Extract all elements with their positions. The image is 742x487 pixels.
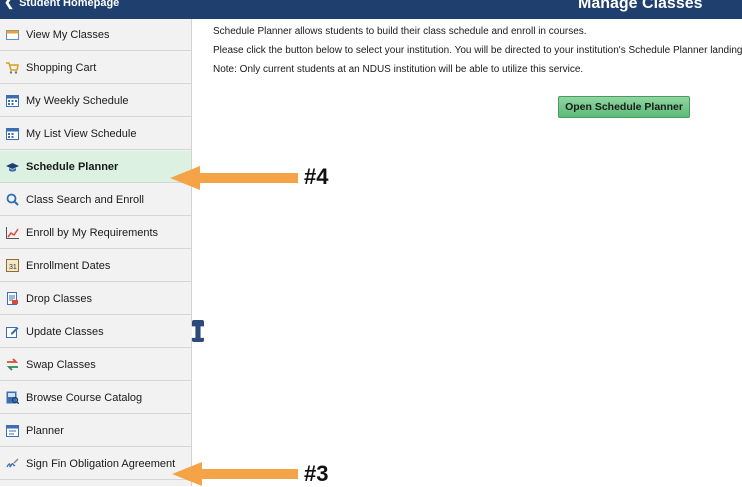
sidebar-item-label: My List View Schedule (26, 127, 137, 140)
sidebar-item-swap-classes[interactable]: Swap Classes (0, 349, 191, 381)
annotation-label-3: #3 (304, 461, 329, 486)
calendar-icon (5, 94, 19, 108)
chart-icon (5, 226, 19, 240)
pause-icon: ❚❚ (188, 325, 208, 338)
sidebar-item-schedule-planner[interactable]: Schedule Planner (0, 151, 191, 183)
top-bar: ❮ Student Homepage Manage Classes (0, 0, 742, 19)
page-title: Manage Classes (578, 0, 703, 12)
sidebar-item-my-weekly-schedule[interactable]: My Weekly Schedule (0, 85, 191, 117)
sidebar-item-sign-fin-obligation-agreement[interactable]: Sign Fin Obligation Agreement (0, 448, 191, 480)
drop-icon (5, 292, 19, 306)
graduation-cap-icon (5, 160, 19, 174)
sidebar-item-label: Enroll by My Requirements (26, 226, 159, 239)
sidebar-item-label: Schedule Planner (26, 160, 119, 173)
annotation-label-4: #4 (304, 164, 329, 189)
sidebar: View My Classes Shopping Cart My Weekly … (0, 19, 192, 486)
catalog-icon (5, 391, 19, 405)
intro-text: Schedule Planner allows students to buil… (213, 26, 587, 37)
sidebar-item-browse-course-catalog[interactable]: Browse Course Catalog (0, 382, 191, 414)
swap-icon (5, 358, 19, 372)
edit-icon (5, 325, 19, 339)
search-icon (5, 193, 19, 207)
sidebar-item-label: Swap Classes (26, 358, 96, 371)
sidebar-item-label: Class Search and Enroll (26, 193, 145, 206)
sidebar-item-label: Sign Fin Obligation Agreement (26, 457, 176, 470)
collapse-sidebar-button[interactable]: ❚❚ (188, 320, 208, 342)
back-to-student-homepage-link[interactable]: ❮ Student Homepage (4, 0, 119, 9)
back-label: Student Homepage (19, 0, 120, 9)
sidebar-item-label: Enrollment Dates (26, 259, 111, 272)
sidebar-item-label: Browse Course Catalog (26, 391, 143, 404)
sidebar-item-drop-classes[interactable]: Drop Classes (0, 283, 191, 315)
sidebar-item-enroll-by-my-requirements[interactable]: Enroll by My Requirements (0, 217, 191, 249)
sidebar-item-label: My Weekly Schedule (26, 94, 129, 107)
sidebar-item-class-search-and-enroll[interactable]: Class Search and Enroll (0, 184, 191, 216)
cart-icon (5, 61, 19, 75)
annotation-arrow-4 (170, 166, 298, 190)
calendar-list-icon (5, 127, 19, 141)
note-text: Note: Only current students at an NDUS i… (213, 64, 584, 75)
sidebar-item-view-my-classes[interactable]: View My Classes (0, 19, 191, 51)
sidebar-item-label: Drop Classes (26, 292, 93, 305)
sidebar-item-my-list-view-schedule[interactable]: My List View Schedule (0, 118, 191, 150)
sidebar-item-label: Planner (26, 424, 64, 437)
date-icon: 31 (5, 259, 19, 273)
sidebar-item-planner[interactable]: Planner (0, 415, 191, 447)
sidebar-item-label: Shopping Cart (26, 61, 97, 74)
sidebar-item-label: View My Classes (26, 28, 110, 41)
sidebar-item-enrollment-dates[interactable]: 31 Enrollment Dates (0, 250, 191, 282)
planner-icon (5, 424, 19, 438)
annotation-arrow-3 (172, 462, 298, 486)
chevron-left-icon: ❮ (4, 0, 15, 9)
sidebar-item-update-classes[interactable]: Update Classes (0, 316, 191, 348)
instruction-text: Please click the button below to select … (213, 45, 742, 56)
sidebar-item-shopping-cart[interactable]: Shopping Cart (0, 52, 191, 84)
classes-icon (5, 28, 19, 42)
open-schedule-planner-button[interactable]: Open Schedule Planner (558, 96, 690, 118)
signature-icon (5, 457, 19, 471)
svg-text:31: 31 (9, 264, 17, 271)
sidebar-item-label: Update Classes (26, 325, 104, 338)
